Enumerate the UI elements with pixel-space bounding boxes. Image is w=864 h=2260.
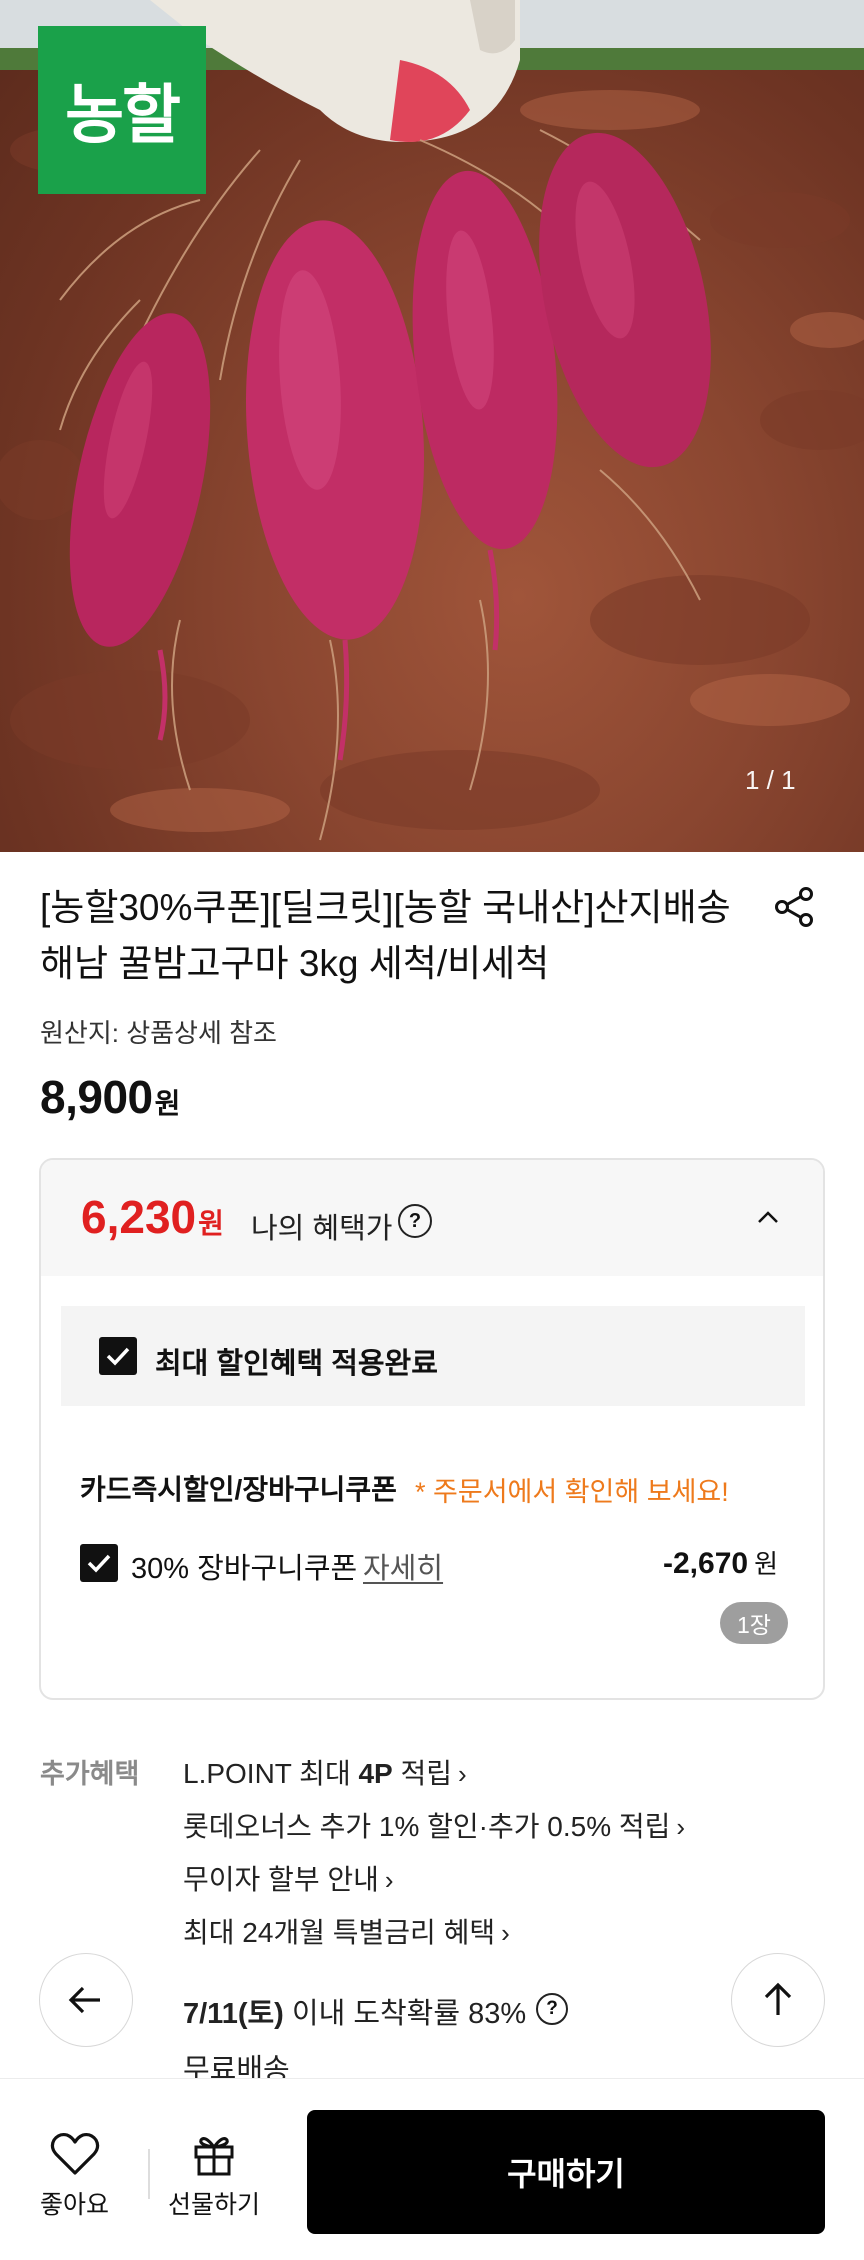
gift-button[interactable]: 선물하기 <box>168 2131 260 2221</box>
coupon-detail-link[interactable]: 자세히 <box>363 1545 443 1587</box>
delivery-estimate: 7/11(토) 이내 도착확률 83% <box>183 1990 526 2032</box>
scroll-top-button[interactable] <box>731 1953 825 2047</box>
coupon-amount: -2,670 원 <box>663 1544 778 1581</box>
coupon-checkbox[interactable] <box>80 1544 118 1582</box>
share-icon <box>775 887 813 927</box>
price-currency: 원 <box>154 1088 181 1119</box>
divider <box>148 2149 150 2199</box>
benefit-price-value: 6,230 <box>81 1191 197 1243</box>
card-discount-note: * 주문서에서 확인해 보세요! <box>415 1477 729 1507</box>
extra-benefit-text: 무이자 할부 안내 <box>183 1864 379 1895</box>
delivery-date: 7/11(토) <box>183 1998 284 2030</box>
max-discount-label: 최대 할인혜택 적용완료 <box>155 1348 438 1380</box>
chevron-right-icon: › <box>501 1918 510 1948</box>
extra-benefit-installment[interactable]: 무이자 할부 안내 › <box>183 1858 394 1898</box>
benefit-price: 6,230원 <box>81 1190 224 1244</box>
extra-benefit-text: L.POINT 최대 <box>183 1758 359 1789</box>
chevron-right-icon: › <box>458 1759 467 1789</box>
benefit-panel: 6,230원 나의 혜택가 ? 최대 할인혜택 적용완료 카드즉시할인/장바구니… <box>39 1158 825 1700</box>
coupon-count-badge: 1장 <box>720 1602 788 1644</box>
benefit-price-label: 나의 혜택가 <box>251 1213 393 1245</box>
brand-logo: 농할 <box>38 26 206 194</box>
origin-info: 원산지: 상품상세 참조 <box>40 1018 277 1048</box>
chevron-right-icon: › <box>676 1812 686 1842</box>
arrow-up-icon <box>764 1982 792 2015</box>
gift-icon <box>194 2137 234 2176</box>
share-button[interactable] <box>770 882 820 932</box>
benefit-header[interactable]: 6,230원 나의 혜택가 ? <box>41 1160 823 1276</box>
extra-benefit-text: 최대 24개월 특별금리 혜택 <box>183 1917 496 1948</box>
bottom-action-bar: 좋아요 선물하기 구매하기 <box>0 2078 864 2260</box>
help-icon[interactable]: ? <box>536 1993 568 2025</box>
price-value: 8,900 <box>40 1071 153 1123</box>
max-discount-row[interactable]: 최대 할인혜택 적용완료 <box>61 1306 805 1406</box>
chevron-up-icon[interactable] <box>753 1202 783 1232</box>
card-discount-title: 카드즉시할인/장바구니쿠폰 <box>80 1474 397 1505</box>
extra-benefit-special-rate[interactable]: 최대 24개월 특별금리 혜택 › <box>183 1911 510 1951</box>
arrow-left-icon <box>68 1986 100 2014</box>
image-page-indicator: 1 / 1 <box>745 765 796 795</box>
like-label: 좋아요 <box>40 2191 110 2219</box>
coupon-amount-value: -2,670 <box>663 1547 749 1580</box>
delivery-probability: 이내 도착확률 83% <box>283 1998 527 2030</box>
buy-button[interactable]: 구매하기 <box>307 2110 825 2234</box>
help-icon[interactable]: ? <box>398 1204 432 1238</box>
extra-benefits-label: 추가혜택 <box>40 1759 140 1789</box>
heart-icon <box>50 2132 99 2175</box>
extra-benefit-lpoint[interactable]: L.POINT 최대 4P 적립 › <box>183 1752 467 1792</box>
like-button[interactable]: 좋아요 <box>40 2131 109 2221</box>
check-icon <box>87 1554 111 1573</box>
extra-benefit-bold: 4P <box>358 1758 393 1789</box>
extra-benefit-text: 적립 <box>392 1758 453 1789</box>
coupon-label: 30% 장바구니쿠폰 <box>131 1553 358 1585</box>
extra-benefit-lotte-owners[interactable]: 롯데오너스 추가 1% 할인·추가 0.5% 적립 › <box>183 1805 685 1845</box>
product-title: [농할30%쿠폰][딜크릿][농할 국내산]산지배송 해남 꿀밤고구마 3kg … <box>40 887 731 984</box>
chevron-right-icon: › <box>384 1865 394 1895</box>
check-icon <box>106 1347 130 1366</box>
product-image[interactable]: 농할 1 / 1 <box>0 0 864 852</box>
back-button[interactable] <box>39 1953 133 2047</box>
extra-benefit-text: 롯데오너스 추가 1% 할인·추가 0.5% 적립 <box>183 1811 671 1842</box>
max-discount-checkbox[interactable] <box>99 1337 137 1375</box>
coupon-amount-currency: 원 <box>754 1549 778 1579</box>
benefit-price-currency: 원 <box>198 1208 224 1239</box>
original-price: 8,900원 <box>40 1070 180 1124</box>
gift-label: 선물하기 <box>168 2191 261 2219</box>
